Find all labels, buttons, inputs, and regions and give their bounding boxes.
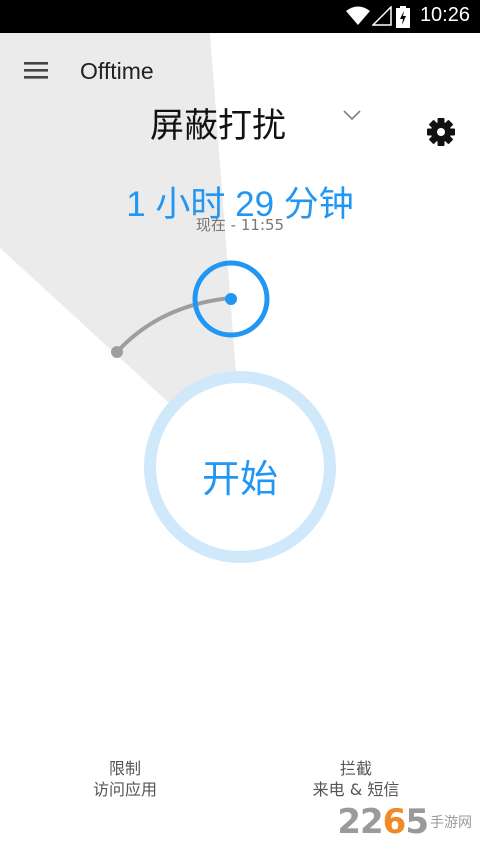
watermark-number-2: 6 — [382, 802, 407, 842]
restrict-apps-line2: 访问应用 — [92, 780, 157, 799]
mode-label: 屏蔽打扰 — [150, 106, 286, 146]
start-time-label: 现在 - 11:55 — [195, 216, 285, 234]
status-time: 10:26 — [419, 4, 470, 26]
block-calls-line1: 拦截 — [339, 759, 372, 778]
restrict-apps-line1: 限制 — [108, 759, 141, 778]
watermark-number-1: 22 — [337, 802, 383, 842]
restrict-apps-button[interactable]: 限制 访问应用 — [75, 758, 175, 800]
chevron-down-icon — [343, 110, 361, 121]
hamburger-menu-icon[interactable] — [22, 58, 52, 84]
start-button[interactable] — [145, 372, 335, 562]
wifi-icon — [346, 6, 370, 25]
app-title: Offtime — [80, 58, 154, 84]
status-bar: 10:26 — [0, 0, 480, 33]
signal-icon — [372, 6, 392, 26]
watermark-logo: 2265 手游网 — [337, 802, 472, 842]
block-calls-sms-button[interactable]: 拦截 来电 & 短信 — [300, 758, 412, 800]
mode-dropdown[interactable]: 屏蔽打扰 — [150, 98, 380, 146]
watermark-text: 手游网 — [430, 815, 472, 831]
watermark-number-3: 5 — [405, 802, 429, 842]
battery-charging-icon — [396, 6, 410, 28]
block-calls-line2: 来电 & 短信 — [312, 780, 400, 799]
gear-icon[interactable] — [425, 116, 457, 148]
timer-knob[interactable] — [191, 260, 271, 340]
